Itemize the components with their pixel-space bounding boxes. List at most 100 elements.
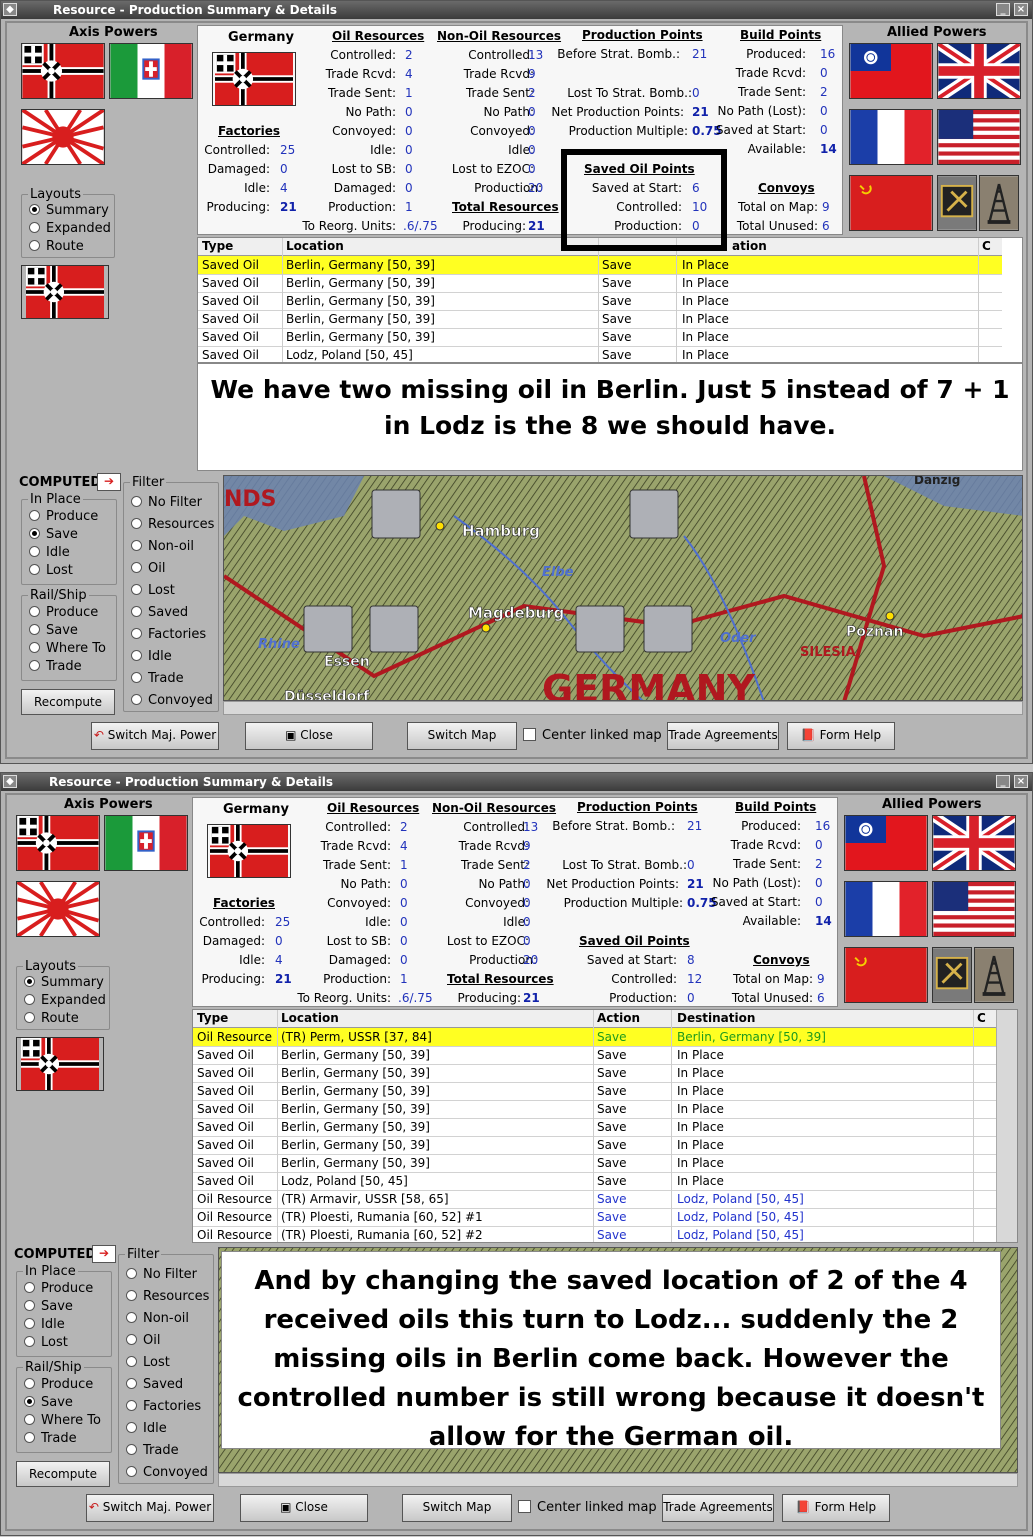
filter-nonoil-radio[interactable]: Non-oil bbox=[131, 539, 194, 554]
filter-resources-radio[interactable]: Resources bbox=[131, 517, 214, 532]
rail-save-radio[interactable]: Save bbox=[24, 1395, 73, 1410]
rail-save-radio[interactable]: Save bbox=[29, 623, 78, 638]
col-type[interactable]: Type bbox=[202, 239, 233, 253]
table-row[interactable]: Oil Resource (TR) Perm, USSR [37, 84] Save… bbox=[193, 1028, 997, 1047]
table-row[interactable]: Saved Oil Berlin, Germany [50, 39] Save In … bbox=[193, 1154, 997, 1173]
table-row[interactable]: Saved Oil Berlin, Germany [50, 39] Save In … bbox=[198, 310, 1002, 329]
mining-icon[interactable] bbox=[932, 947, 972, 1003]
table-row[interactable]: Saved Oil Lodz, Poland [50, 45] Save In Pla… bbox=[193, 1172, 997, 1191]
close-button[interactable]: ▣ Close bbox=[240, 1494, 368, 1522]
filter-factories-radio[interactable]: Factories bbox=[131, 627, 206, 642]
inplace-lost-radio[interactable]: Lost bbox=[29, 563, 73, 578]
filter-lost-radio[interactable]: Lost bbox=[131, 583, 175, 598]
table-row[interactable]: Saved Oil Berlin, Germany [50, 39] Save In … bbox=[193, 1100, 997, 1119]
filter-idle-radio[interactable]: Idle bbox=[131, 649, 172, 664]
flag-china[interactable] bbox=[849, 43, 933, 99]
inplace-produce-radio[interactable]: Produce bbox=[24, 1281, 93, 1296]
inplace-idle-radio[interactable]: Idle bbox=[29, 545, 70, 560]
table-row[interactable]: Saved Oil Berlin, Germany [50, 39] Save In … bbox=[193, 1136, 997, 1155]
flag-france[interactable] bbox=[844, 881, 928, 937]
rail-trade-radio[interactable]: Trade bbox=[24, 1431, 77, 1446]
table-row[interactable]: Saved Oil Berlin, Germany [50, 39] Save In … bbox=[198, 256, 1002, 275]
filter-oil-radio[interactable]: Oil bbox=[131, 561, 165, 576]
filter-nofilter-radio[interactable]: No Filter bbox=[126, 1267, 197, 1282]
flag-china[interactable] bbox=[844, 815, 928, 871]
rail-trade-radio[interactable]: Trade bbox=[29, 659, 82, 674]
flag-germany[interactable] bbox=[21, 43, 105, 99]
form-help-button[interactable]: 📕 Form Help bbox=[782, 1494, 890, 1522]
flag-france[interactable] bbox=[849, 109, 933, 165]
arrow-right-icon[interactable]: ➔ bbox=[92, 1245, 116, 1263]
oil-derrick-icon[interactable] bbox=[979, 175, 1019, 231]
flag-japan[interactable] bbox=[16, 881, 100, 937]
table-row[interactable]: Saved Oil Berlin, Germany [50, 39] Save In … bbox=[193, 1046, 997, 1065]
map-horizontal-scrollbar[interactable] bbox=[223, 701, 1023, 715]
close-window-icon[interactable]: × bbox=[1014, 775, 1028, 788]
rail-whereto-radio[interactable]: Where To bbox=[24, 1413, 101, 1428]
mining-icon[interactable] bbox=[937, 175, 977, 231]
flag-ussr[interactable] bbox=[849, 175, 933, 231]
inplace-idle-radio[interactable]: Idle bbox=[24, 1317, 65, 1332]
flag-uk[interactable] bbox=[937, 43, 1021, 99]
center-linked-map-checkbox[interactable]: Center linked map bbox=[523, 728, 662, 743]
layout-route-radio[interactable]: Route bbox=[29, 239, 84, 254]
table-row[interactable]: Saved Oil Berlin, Germany [50, 39] Save In … bbox=[193, 1064, 997, 1083]
layout-summary-radio[interactable]: Summary bbox=[24, 975, 104, 990]
table-row[interactable]: Saved Oil Berlin, Germany [50, 39] Save In … bbox=[198, 292, 1002, 311]
flag-italy[interactable] bbox=[104, 815, 188, 871]
system-menu-icon[interactable]: ◆ bbox=[3, 3, 17, 16]
close-button[interactable]: ▣ Close bbox=[245, 722, 373, 750]
switch-map-button[interactable]: Switch Map bbox=[402, 1494, 512, 1522]
map-horizontal-scrollbar[interactable] bbox=[218, 1473, 1018, 1487]
col-c[interactable]: C bbox=[982, 239, 991, 253]
flag-usa[interactable] bbox=[932, 881, 1016, 937]
rail-produce-radio[interactable]: Produce bbox=[24, 1377, 93, 1392]
inplace-lost-radio[interactable]: Lost bbox=[24, 1335, 68, 1350]
flag-usa[interactable] bbox=[937, 109, 1021, 165]
table-row[interactable]: Saved Oil Lodz, Poland [50, 45] Save In Pla… bbox=[198, 346, 1002, 362]
col-action[interactable]: Action bbox=[597, 1011, 640, 1025]
inplace-save-radio[interactable]: Save bbox=[24, 1299, 73, 1314]
layout-summary-radio[interactable]: Summary bbox=[29, 203, 109, 218]
col-location[interactable]: Location bbox=[286, 239, 344, 253]
rail-produce-radio[interactable]: Produce bbox=[29, 605, 98, 620]
strategic-map[interactable]: NDS Hamburg Magdeburg Essen Düsseldorf P… bbox=[223, 475, 1023, 701]
col-c[interactable]: C bbox=[977, 1011, 986, 1025]
filter-saved-radio[interactable]: Saved bbox=[131, 605, 188, 620]
filter-nonoil-radio[interactable]: Non-oil bbox=[126, 1311, 189, 1326]
filter-factories-radio[interactable]: Factories bbox=[126, 1399, 201, 1414]
switch-map-button[interactable]: Switch Map bbox=[407, 722, 517, 750]
filter-trade-radio[interactable]: Trade bbox=[131, 671, 184, 686]
filter-lost-radio[interactable]: Lost bbox=[126, 1355, 170, 1370]
filter-idle-radio[interactable]: Idle bbox=[126, 1421, 167, 1436]
switch-major-power-button[interactable]: ↶ Switch Maj. Power bbox=[86, 1494, 214, 1522]
inplace-save-radio[interactable]: Save bbox=[29, 527, 78, 542]
title-bar[interactable]: Resource - Production Summary & Details … bbox=[1, 1, 1032, 19]
rail-whereto-radio[interactable]: Where To bbox=[29, 641, 106, 656]
col-location[interactable]: Location bbox=[281, 1011, 339, 1025]
table-vertical-scrollbar[interactable] bbox=[996, 1010, 1017, 1242]
flag-germany[interactable] bbox=[16, 815, 100, 871]
filter-trade-radio[interactable]: Trade bbox=[126, 1443, 179, 1458]
filter-oil-radio[interactable]: Oil bbox=[126, 1333, 160, 1348]
table-row[interactable]: Saved Oil Berlin, Germany [50, 39] Save In … bbox=[193, 1118, 997, 1137]
oil-derrick-icon[interactable] bbox=[974, 947, 1014, 1003]
center-linked-map-checkbox[interactable]: Center linked map bbox=[518, 1500, 657, 1515]
table-row[interactable]: Saved Oil Berlin, Germany [50, 39] Save In … bbox=[198, 328, 1002, 347]
col-type[interactable]: Type bbox=[197, 1011, 228, 1025]
table-row[interactable]: Saved Oil Berlin, Germany [50, 39] Save In … bbox=[193, 1082, 997, 1101]
filter-nofilter-radio[interactable]: No Filter bbox=[131, 495, 202, 510]
switch-major-power-button[interactable]: ↶ Switch Maj. Power bbox=[91, 722, 219, 750]
col-destination[interactable]: Destination bbox=[677, 1011, 755, 1025]
flag-ussr[interactable] bbox=[844, 947, 928, 1003]
table-row[interactable]: Oil Resource (TR) Armavir, USSR [58, 65] S… bbox=[193, 1190, 997, 1209]
close-window-icon[interactable]: × bbox=[1014, 3, 1028, 16]
layout-route-radio[interactable]: Route bbox=[24, 1011, 79, 1026]
minimize-icon[interactable]: _ bbox=[996, 3, 1010, 16]
inplace-produce-radio[interactable]: Produce bbox=[29, 509, 98, 524]
table-row[interactable]: Oil Resource (TR) Ploesti, Rumania [60, 5… bbox=[193, 1226, 997, 1242]
title-bar[interactable]: Resource - Production Summary & Details … bbox=[1, 773, 1032, 791]
filter-convoyed-radio[interactable]: Convoyed bbox=[131, 693, 213, 708]
arrow-right-icon[interactable]: ➔ bbox=[97, 473, 121, 491]
layout-expanded-radio[interactable]: Expanded bbox=[29, 221, 111, 236]
